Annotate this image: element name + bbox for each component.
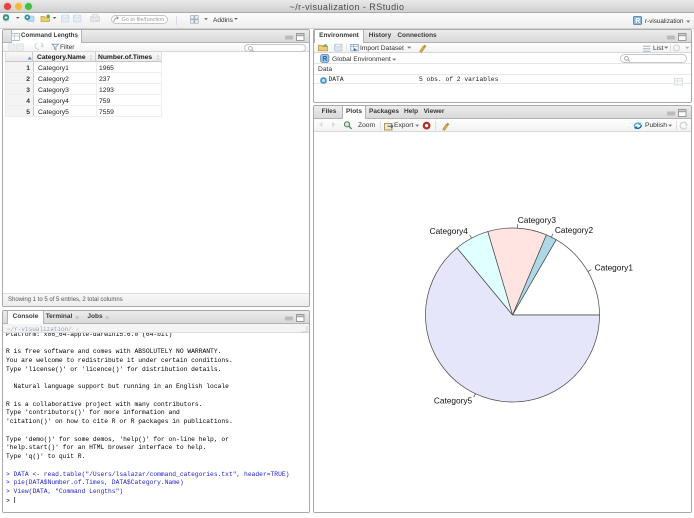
svg-text:Category4: Category4	[430, 226, 469, 236]
svg-text:Category2: Category2	[555, 225, 594, 235]
svg-text:Category1: Category1	[595, 262, 634, 272]
svg-text:Category5: Category5	[434, 396, 473, 406]
svg-text:Category3: Category3	[518, 215, 557, 225]
